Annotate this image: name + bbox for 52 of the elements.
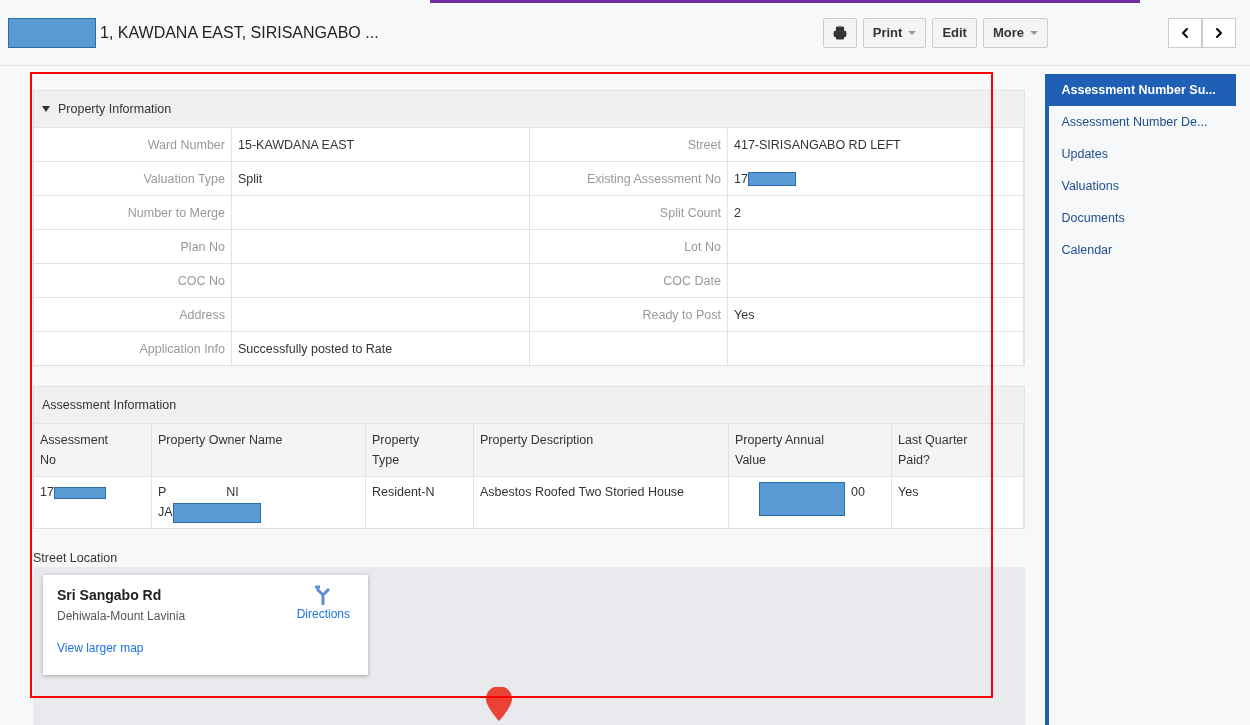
field-label: Lot No	[530, 229, 728, 263]
field-value: 417-SIRISANGABO RD LEFT	[728, 127, 1025, 161]
place-name: Sri Sangabo Rd	[57, 586, 162, 603]
column-header: Property Owner Name	[152, 423, 366, 476]
field-label: Split Count	[530, 195, 728, 229]
table-cell: JA	[158, 505, 173, 519]
dropdown-button[interactable]: More	[982, 17, 1048, 48]
side-nav-item[interactable]: Assessment Number De...	[1049, 106, 1236, 138]
side-nav-item[interactable]: Calendar	[1049, 234, 1236, 266]
table-cell: P	[158, 485, 167, 499]
field-label: COC No	[34, 263, 232, 297]
field-label: COC Date	[530, 263, 728, 297]
side-nav-item[interactable]: Assessment Number Su...	[1049, 74, 1236, 106]
field-value: 2	[728, 195, 1025, 229]
column-header: Property Type	[366, 423, 474, 476]
side-nav-item[interactable]: Documents	[1049, 202, 1236, 234]
place-area: Dehiwala-Mount Lavinia	[57, 608, 186, 623]
column-header: Assessment No	[34, 423, 152, 476]
field-value: Yes	[728, 297, 1025, 331]
table-cell: NI	[226, 485, 239, 499]
table-cell: Resident-N	[366, 476, 474, 528]
field-label: Address	[34, 297, 232, 331]
page-title: 1, KAWDANA EAST, SIRISANGABO ...	[100, 23, 379, 42]
table-cell: 17	[40, 485, 54, 499]
field-value: Successfully posted to Rate	[232, 331, 530, 365]
column-header: Property Annual Value	[729, 423, 892, 476]
field-label: Existing Assessment No	[530, 161, 728, 195]
directions-link[interactable]: Directions	[296, 584, 350, 621]
column-header: Last Quarter Paid?	[892, 423, 1025, 476]
table-cell-text: 00	[851, 484, 865, 501]
field-label: Valuation Type	[34, 161, 232, 195]
table-cell: Yes	[892, 476, 1025, 528]
side-nav-item[interactable]: Updates	[1049, 138, 1236, 170]
side-nav-item[interactable]: Valuations	[1049, 170, 1236, 202]
edit-button[interactable]: Edit	[932, 17, 977, 48]
section-header[interactable]: Property Information	[34, 91, 1025, 127]
section-title: Street Location	[33, 550, 119, 565]
field-label: Ward Number	[34, 127, 232, 161]
column-header: Property Description	[474, 423, 729, 476]
map-placeholder[interactable]: Sri Sangabo Rd Dehiwala-Mount Lavinia Directions View larger map	[33, 566, 1026, 725]
section-header: Assessment Information	[34, 387, 1025, 423]
field-label: Application Info	[34, 331, 232, 365]
field-value: 17	[728, 161, 1025, 195]
field-label: Number to Merge	[34, 195, 232, 229]
field-label: Street	[530, 127, 728, 161]
field-value: 15-KAWDANA EAST	[232, 127, 530, 161]
field-value: Split	[232, 161, 530, 195]
field-label: Ready to Post	[530, 297, 728, 331]
view-larger-map-link[interactable]: View larger map	[57, 640, 354, 655]
field-label: Plan No	[34, 229, 232, 263]
table-cell: Asbestos Roofed Two Storied House	[474, 476, 729, 528]
dropdown-button[interactable]: Print	[862, 17, 927, 48]
